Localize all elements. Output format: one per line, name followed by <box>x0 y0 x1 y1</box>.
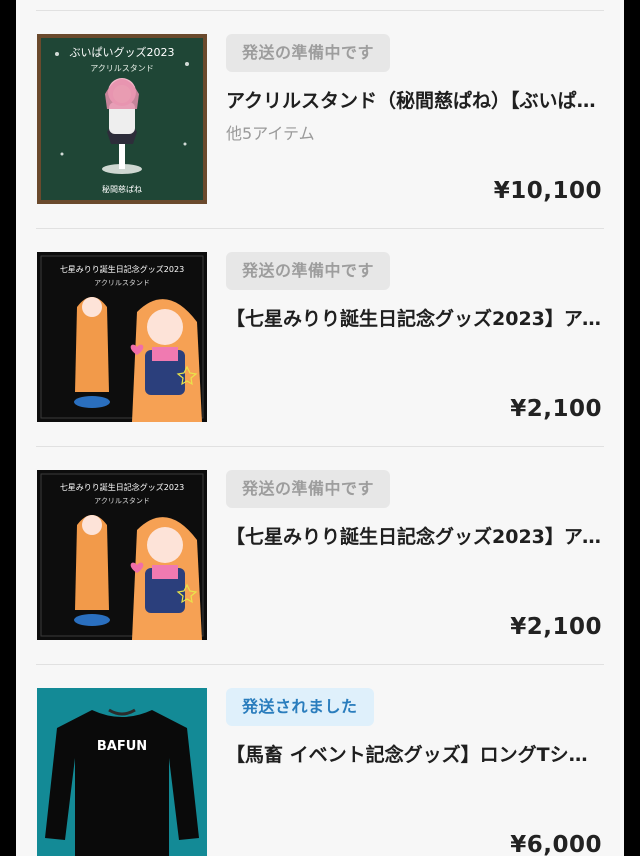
svg-text:七星みりり誕生日記念グッズ2023: 七星みりり誕生日記念グッズ2023 <box>60 264 184 274</box>
svg-text:秘間慈ぱね: 秘間慈ぱね <box>102 184 142 194</box>
status-badge: 発送の準備中です <box>226 34 391 72</box>
acrylic-stand-image: 七星みりり誕生日記念グッズ2023 アクリルスタンド <box>37 470 207 640</box>
svg-text:アクリルスタンド: アクリルスタンド <box>90 64 154 73</box>
svg-text:ぶいぱいグッズ2023: ぶいぱいグッズ2023 <box>70 45 175 59</box>
svg-text:アクリルスタンド: アクリルスタンド <box>94 496 150 505</box>
product-title[interactable]: アクリルスタンド（秘間慈ぱね）【ぶいぱいグッズ2023】 <box>226 86 606 113</box>
order-item-1[interactable]: ぶいぱいグッズ2023 アクリルスタンド 秘間慈ぱね 発送の準備中です アクリル… <box>16 10 624 228</box>
product-title[interactable]: 【七星みりり誕生日記念グッズ2023】アクリルスタンド <box>226 304 606 331</box>
product-thumbnail[interactable]: 七星みりり誕生日記念グッズ2023 アクリルスタンド <box>37 470 207 640</box>
status-badge: 発送されました <box>226 688 374 726</box>
svg-text:アクリルスタンド: アクリルスタンド <box>94 278 150 287</box>
order-item-4[interactable]: BAFUN 発送されました 【馬畜 イベント記念グッズ】ロングTシャツ ¥6,0… <box>16 664 624 856</box>
product-title[interactable]: 【七星みりり誕生日記念グッズ2023】アクリルスタンド <box>226 522 606 549</box>
status-badge: 発送の準備中です <box>226 252 391 290</box>
order-item-2[interactable]: 七星みりり誕生日記念グッズ2023 アクリルスタンド 発送の準備中です 【七星み… <box>16 228 624 446</box>
order-price: ¥2,100 <box>510 396 602 422</box>
product-thumbnail[interactable]: 七星みりり誕生日記念グッズ2023 アクリルスタンド <box>37 252 207 422</box>
order-item-3[interactable]: 七星みりり誕生日記念グッズ2023 アクリルスタンド 発送の準備中です 【七星み… <box>16 446 624 664</box>
order-price: ¥6,000 <box>510 832 602 856</box>
order-price: ¥10,100 <box>493 178 602 204</box>
product-thumbnail[interactable]: ぶいぱいグッズ2023 アクリルスタンド 秘間慈ぱね <box>37 34 207 204</box>
product-thumbnail[interactable]: BAFUN <box>37 688 207 856</box>
long-tshirt-image: BAFUN <box>37 688 207 856</box>
order-price: ¥2,100 <box>510 614 602 640</box>
svg-text:七星みりり誕生日記念グッズ2023: 七星みりり誕生日記念グッズ2023 <box>60 482 184 492</box>
svg-text:BAFUN: BAFUN <box>97 739 147 754</box>
product-title[interactable]: 【馬畜 イベント記念グッズ】ロングTシャツ <box>226 740 606 767</box>
acrylic-stand-image: 七星みりり誕生日記念グッズ2023 アクリルスタンド <box>37 252 207 422</box>
order-list: ぶいぱいグッズ2023 アクリルスタンド 秘間慈ぱね 発送の準備中です アクリル… <box>16 0 624 856</box>
status-badge: 発送の準備中です <box>226 470 391 508</box>
acrylic-stand-image: ぶいぱいグッズ2023 アクリルスタンド 秘間慈ぱね <box>37 34 207 204</box>
other-items-count: 他5アイテム <box>226 124 315 143</box>
